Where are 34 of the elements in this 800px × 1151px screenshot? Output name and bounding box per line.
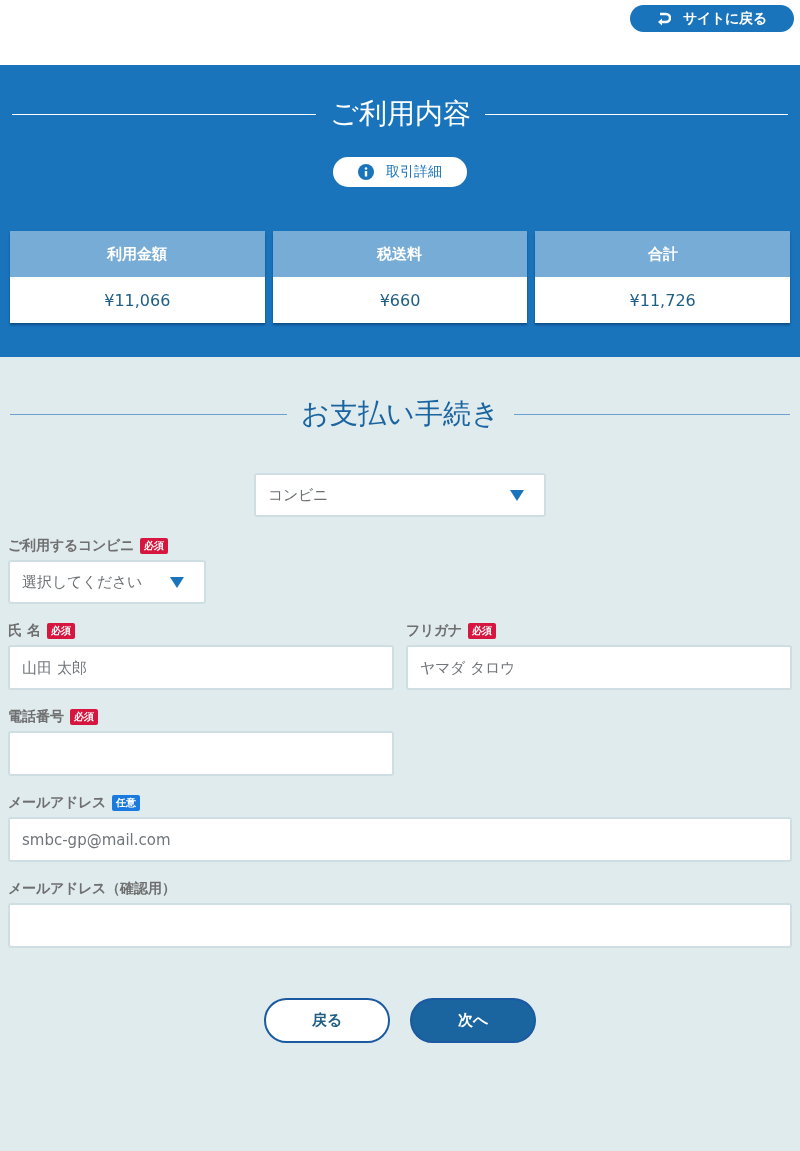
section-title: お支払い手続き [300, 396, 500, 432]
text-input[interactable]: smbc-gp@mail.com [8, 817, 792, 862]
back-to-site-button[interactable]: サイトに戻る [630, 5, 794, 32]
amount-value: ¥11,726 [535, 277, 790, 323]
text-input[interactable]: 山田 太郎 [8, 645, 394, 690]
field-label: 氏 名 [8, 622, 41, 640]
details-button[interactable]: 取引詳細 [333, 157, 467, 187]
section-title: ご利用内容 [329, 96, 471, 132]
field-label: ご利用するコンビニ [8, 537, 134, 555]
back-button[interactable]: 戻る [264, 998, 390, 1043]
dropdown-arrow-icon [510, 489, 524, 501]
field-label: メールアドレス [8, 794, 106, 812]
amount-value: ¥11,066 [10, 277, 265, 323]
payment-method-select[interactable]: コンビニ [254, 473, 546, 517]
optional-tag: 任意 [112, 795, 140, 811]
store-select[interactable]: 選択してください [8, 560, 206, 604]
required-tag: 必須 [46, 623, 75, 639]
text-input[interactable] [8, 731, 394, 776]
required-tag: 必須 [140, 538, 168, 554]
dropdown-arrow-icon [170, 576, 184, 588]
field-label: メールアドレス（確認用） [8, 880, 176, 898]
amount-label: 税送料 [272, 231, 528, 277]
field-label: フリガナ [406, 622, 462, 640]
amount-value: ¥660 [272, 277, 528, 323]
text-input[interactable]: ヤマダ タロウ [406, 645, 792, 690]
amount-label: 合計 [535, 231, 790, 277]
text-input[interactable] [8, 903, 792, 948]
amount-label: 利用金額 [10, 231, 265, 277]
field-label: 電話番号 [8, 708, 64, 726]
required-tag: 必須 [70, 709, 98, 725]
next-button[interactable]: 次へ [410, 998, 536, 1043]
info-icon [358, 164, 374, 180]
required-tag: 必須 [468, 623, 496, 639]
return-arrow-icon [657, 11, 671, 26]
